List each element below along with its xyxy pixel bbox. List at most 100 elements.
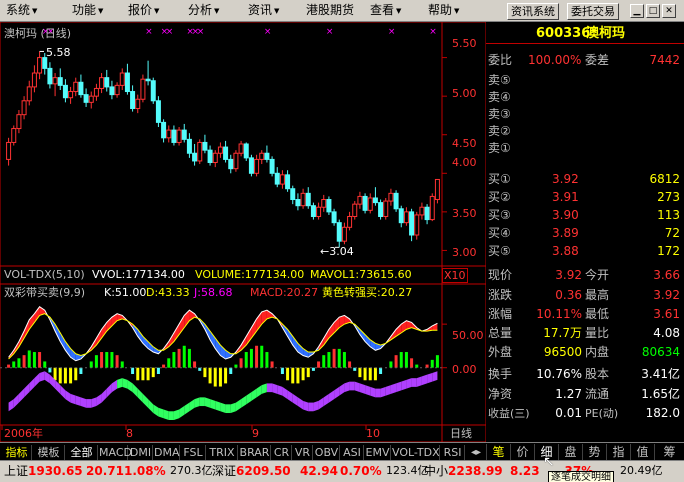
period-label[interactable]: 日线 bbox=[450, 427, 472, 440]
tab-rsi[interactable]: RSI bbox=[441, 445, 465, 460]
candle-body bbox=[68, 91, 74, 99]
trend-band-segment bbox=[137, 388, 143, 403]
candle-body bbox=[331, 211, 337, 224]
candle-body bbox=[83, 94, 89, 103]
menu-analysis[interactable]: 分析 ▼ bbox=[188, 3, 219, 19]
candle-body bbox=[57, 77, 63, 86]
kd-band-segment bbox=[101, 322, 107, 339]
tab-obv[interactable]: OBV bbox=[314, 445, 340, 460]
tab-trix[interactable]: TRIX bbox=[207, 445, 238, 460]
candle-body bbox=[161, 121, 167, 139]
trend-band-segment bbox=[101, 388, 107, 403]
tab-asi[interactable]: ASI bbox=[341, 445, 364, 460]
tab-orderbook[interactable]: 盘 bbox=[558, 444, 582, 460]
stat-label: 最高 bbox=[585, 288, 610, 302]
ask-row: 卖⑤ bbox=[486, 72, 684, 89]
bid-row: 买③ 3.90 113 bbox=[486, 207, 684, 224]
tab-indicator[interactable]: 指标 bbox=[2, 445, 32, 460]
ratio-value: 100.00% bbox=[528, 53, 582, 67]
close-icon[interactable]: ✕ bbox=[662, 4, 676, 18]
stat-row: 换手 10.76% 股本 3.41亿 bbox=[486, 366, 684, 383]
menu-quote[interactable]: 报价 ▼ bbox=[128, 3, 159, 19]
tab-trades[interactable]: 笔 bbox=[486, 444, 510, 460]
menu-view[interactable]: 查看 ▼ bbox=[370, 3, 401, 19]
menu-info[interactable]: 资讯 ▼ bbox=[248, 3, 279, 19]
tab-dma[interactable]: DMA bbox=[154, 445, 180, 460]
candle-body bbox=[228, 158, 234, 170]
tab-brar[interactable]: BRAR bbox=[239, 445, 271, 460]
volume-ratio: 4.08 bbox=[653, 326, 680, 340]
trend-band-segment bbox=[13, 393, 19, 408]
trend-band-segment bbox=[8, 399, 14, 412]
trend-band-segment bbox=[313, 400, 319, 412]
stat-label: PE(动) bbox=[585, 407, 619, 420]
bid-label: 买① bbox=[488, 172, 511, 186]
chart-canvas[interactable]: ×× × ×× ××× × × × × bbox=[0, 22, 486, 442]
tab-vr[interactable]: VR bbox=[293, 445, 313, 460]
kd-band-segment bbox=[210, 331, 216, 349]
tab-index[interactable]: 指 bbox=[606, 444, 630, 460]
candle-body bbox=[186, 138, 192, 154]
trend-band-segment bbox=[189, 399, 195, 412]
sh-change: 20.71 bbox=[86, 464, 124, 478]
scroll-left-right-icon[interactable]: ◂▸ bbox=[468, 445, 484, 460]
candle-body bbox=[383, 200, 389, 217]
quote-panel: 600336 澳柯玛 委比 100.00% 委差 7442 卖⑤ 卖④ 卖③ 卖… bbox=[486, 22, 684, 442]
sz-amount: 123.4亿 bbox=[386, 464, 429, 477]
candle-body bbox=[140, 78, 146, 100]
menu-view-label: 查看 bbox=[370, 3, 395, 17]
candle-body bbox=[326, 199, 332, 213]
change-pct: 10.11% bbox=[536, 307, 582, 321]
tab-dmi[interactable]: DMI bbox=[129, 445, 153, 460]
trade-button[interactable]: 委托交易 bbox=[567, 3, 619, 20]
menu-system[interactable]: 系统 ▼ bbox=[6, 3, 37, 19]
candle-body bbox=[119, 72, 125, 86]
menu-arrow-icon: ▼ bbox=[214, 7, 220, 15]
tab-vol-tdx[interactable]: VOL-TDX bbox=[392, 445, 440, 460]
trend-band-segment bbox=[142, 393, 149, 408]
menu-arrow-icon: ▼ bbox=[454, 7, 460, 15]
trend-band-segment bbox=[75, 395, 81, 407]
minimize-icon[interactable]: ▁ bbox=[630, 4, 644, 18]
total-volume: 17.7万 bbox=[543, 326, 582, 340]
info-system-button[interactable]: 资讯系统 bbox=[507, 3, 559, 20]
trend-band-segment bbox=[370, 386, 376, 398]
tab-value[interactable]: 值 bbox=[630, 444, 654, 460]
candle-body bbox=[176, 129, 182, 143]
tab-emv[interactable]: EMV bbox=[365, 445, 391, 460]
macd-value: MACD:20.27 bbox=[250, 286, 319, 299]
menu-function[interactable]: 功能 ▼ bbox=[72, 3, 103, 19]
outer-volume: 96500 bbox=[543, 345, 582, 359]
trend-band-segment bbox=[303, 400, 309, 412]
kd-band-segment bbox=[292, 336, 298, 353]
menu-help[interactable]: 帮助 ▼ bbox=[428, 3, 459, 19]
tab-all[interactable]: 全部 bbox=[66, 445, 98, 460]
trend-band-segment bbox=[220, 402, 226, 414]
chart-area[interactable]: × × × × × × × × × × × × 澳柯玛 (日线) 5.58 ←3.04 5.50 5.… bbox=[0, 22, 486, 444]
candle-body bbox=[26, 86, 32, 102]
menu-system-label: 系统 bbox=[6, 3, 31, 17]
total-shares: 3.41亿 bbox=[641, 367, 680, 381]
menu-hk-futures[interactable]: 港股期货 bbox=[306, 3, 354, 18]
low-price-marker: ←3.04 bbox=[320, 245, 354, 258]
candle-body bbox=[362, 195, 368, 211]
tab-fsl[interactable]: FSL bbox=[181, 445, 206, 460]
candle-body bbox=[403, 211, 409, 224]
tab-macd[interactable]: MACD bbox=[99, 445, 132, 460]
maximize-icon[interactable]: □ bbox=[646, 4, 660, 18]
tab-cr[interactable]: CR bbox=[272, 445, 292, 460]
tab-chips[interactable]: 筹 bbox=[654, 444, 684, 460]
trend-band-segment bbox=[60, 385, 66, 400]
tab-template[interactable]: 模板 bbox=[33, 445, 65, 460]
price-tick-label: 5.00 bbox=[452, 87, 477, 100]
trend-band-segment bbox=[173, 409, 180, 420]
signal-marker: × bbox=[388, 27, 396, 37]
date-label: 10 bbox=[366, 427, 380, 440]
candle-body bbox=[207, 149, 213, 163]
bid-row: 买② 3.91 273 bbox=[486, 189, 684, 206]
high-price-marker: 5.58 bbox=[46, 46, 71, 59]
tab-price[interactable]: 价 bbox=[510, 444, 534, 460]
candle-body bbox=[62, 84, 68, 99]
tab-trend[interactable]: 势 bbox=[582, 444, 606, 460]
candle-body bbox=[424, 206, 430, 221]
